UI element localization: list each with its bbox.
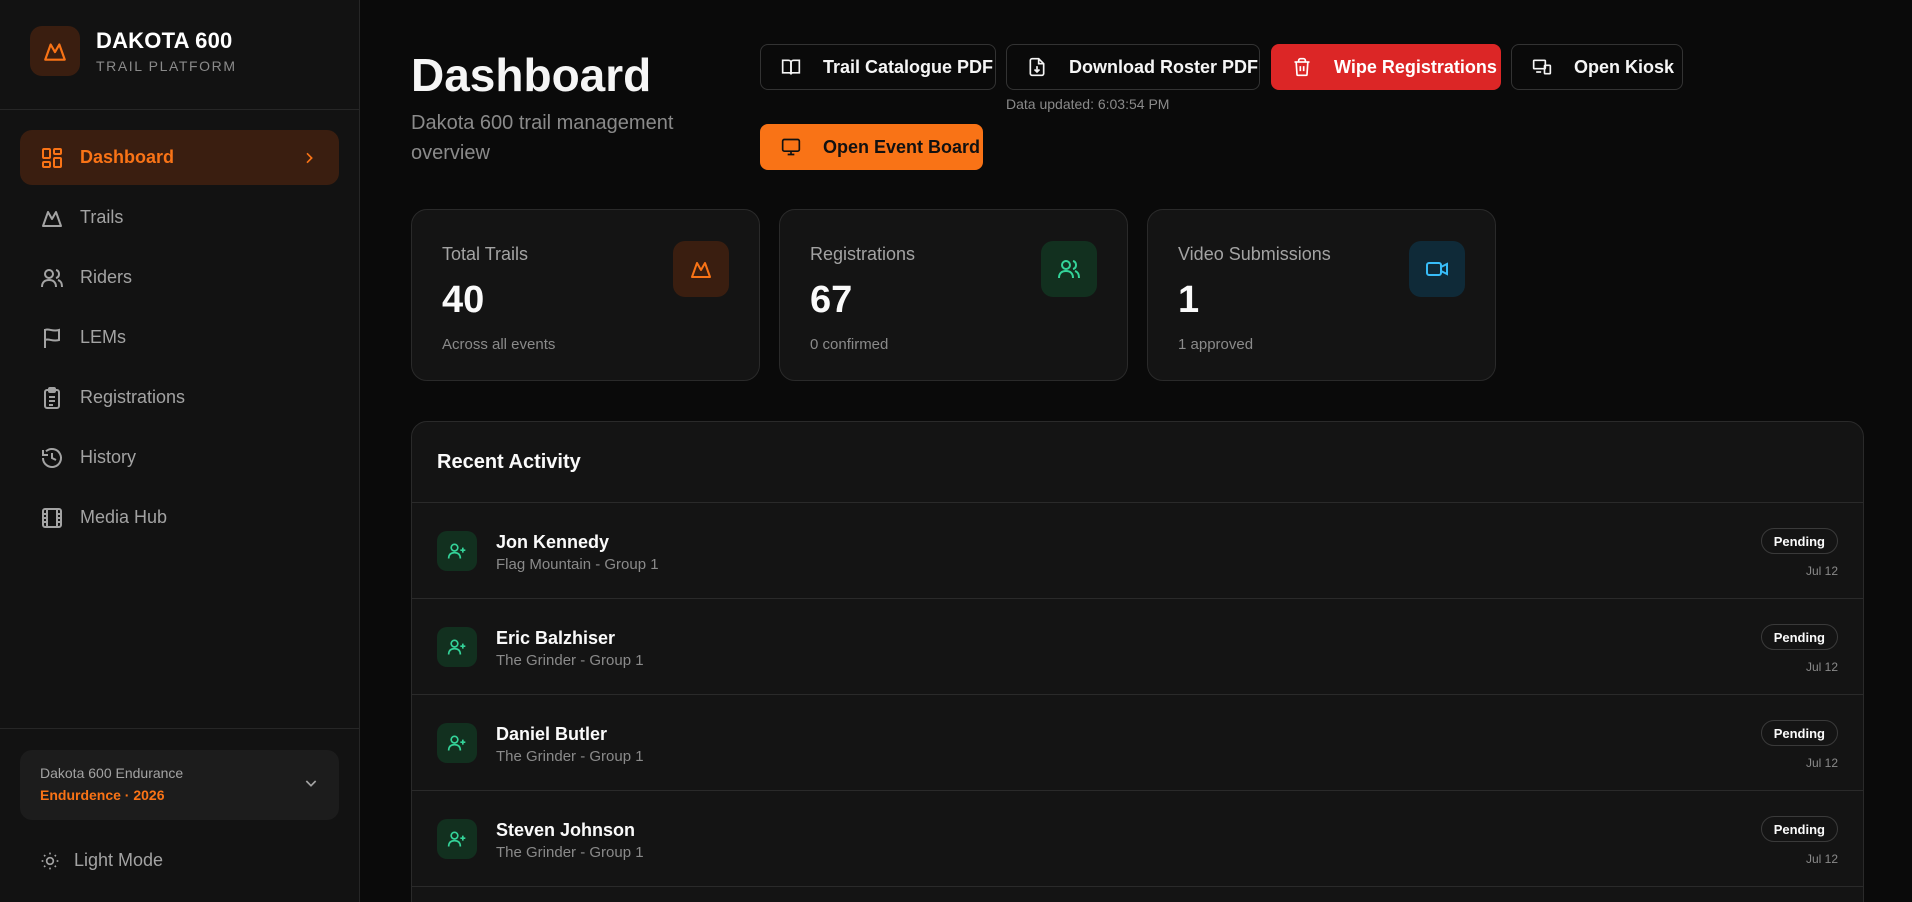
sidebar-item-riders[interactable]: Riders <box>20 250 339 305</box>
rider-trail-group: The Grinder - Group 1 <box>496 748 644 765</box>
event-selector[interactable]: Dakota 600 Endurance Endurdence · 2026 <box>20 750 339 820</box>
recent-activity-title: Recent Activity <box>412 422 1863 503</box>
clipboard-icon <box>40 386 64 410</box>
rider-trail-group: The Grinder - Group 1 <box>496 652 644 669</box>
status-badge: Pending <box>1760 816 1838 842</box>
wipe-registrations-button[interactable]: Wipe Registrations <box>1271 44 1501 90</box>
status-badge: Pending <box>1760 528 1838 554</box>
video-icon <box>1409 241 1465 297</box>
activity-row[interactable]: Jon Kennedy Flag Mountain - Group 1 Pend… <box>412 503 1863 599</box>
user-plus-icon <box>437 723 477 763</box>
page-subtitle: Dakota 600 trail management overview <box>411 112 674 164</box>
event-name: Dakota 600 Endurance <box>40 765 184 781</box>
sidebar-item-label: Dashboard <box>80 147 175 167</box>
sidebar-item-label: Riders <box>80 267 133 287</box>
flag-icon <box>40 326 64 350</box>
activity-row[interactable]: Daniel Butler The Grinder - Group 1 Pend… <box>412 695 1863 791</box>
sidebar-item-label: Media Hub <box>80 507 168 527</box>
users-icon <box>1041 241 1097 297</box>
data-updated-timestamp: Data updated: 6:03:54 PM <box>1006 96 1170 112</box>
divider <box>0 728 359 729</box>
sidebar-item-label: Registrations <box>80 387 186 407</box>
trash-icon <box>1292 57 1312 77</box>
button-label: Download Roster PDF <box>1069 56 1259 77</box>
button-label: Open Kiosk <box>1574 56 1675 77</box>
open-event-board-button[interactable]: Open Event Board <box>760 124 983 170</box>
stat-card-registrations: Registrations 67 0 confirmed <box>779 209 1128 381</box>
divider <box>0 109 359 110</box>
rider-name: Jon Kennedy <box>496 532 610 552</box>
history-icon <box>40 446 64 470</box>
sidebar-item-label: Trails <box>80 207 124 227</box>
mountain-icon <box>673 241 729 297</box>
user-plus-icon <box>437 819 477 859</box>
brand-subtitle: TRAIL PLATFORM <box>96 58 237 74</box>
file-download-icon <box>1027 57 1047 77</box>
stat-card-video-submissions: Video Submissions 1 1 approved <box>1147 209 1496 381</box>
sidebar-item-media-hub[interactable]: Media Hub <box>20 490 339 545</box>
sidebar-item-lems[interactable]: LEMs <box>20 310 339 365</box>
stat-note: 0 confirmed <box>810 336 889 353</box>
sidebar-item-trails[interactable]: Trails <box>20 190 339 245</box>
user-plus-icon <box>437 531 477 571</box>
sun-icon <box>40 851 60 871</box>
status-badge: Pending <box>1760 624 1838 650</box>
activity-row[interactable]: Eric Balzhiser The Grinder - Group 1 Pen… <box>412 599 1863 695</box>
film-icon <box>40 506 64 530</box>
activity-row[interactable]: Steven Johnson The Grinder - Group 1 Pen… <box>412 791 1863 887</box>
light-mode-toggle[interactable]: Light Mode <box>40 850 163 871</box>
monitor-icon <box>781 137 801 157</box>
stat-note: Across all events <box>442 336 556 353</box>
stat-note: 1 approved <box>1178 336 1254 353</box>
button-label: Wipe Registrations <box>1334 56 1497 77</box>
download-roster-pdf-button[interactable]: Download Roster PDF <box>1006 44 1260 90</box>
book-open-icon <box>781 57 801 77</box>
brand-title: DAKOTA 600 <box>96 28 233 53</box>
activity-date: Jul 12 <box>1805 660 1838 674</box>
status-badge: Pending <box>1760 720 1838 746</box>
mountain-icon <box>40 206 64 230</box>
devices-icon <box>1532 57 1552 77</box>
rider-name: Eric Balzhiser <box>496 628 616 648</box>
user-plus-icon <box>437 627 477 667</box>
sidebar-nav: Dashboard Trails Riders LEMs Registratio… <box>20 130 339 550</box>
rider-name: Daniel Butler <box>496 724 608 744</box>
chevron-right-icon <box>301 150 317 166</box>
sidebar-item-registrations[interactable]: Registrations <box>20 370 339 425</box>
brand[interactable]: DAKOTA 600 TRAIL PLATFORM <box>30 26 237 76</box>
sidebar-item-label: LEMs <box>80 327 127 347</box>
recent-activity-panel: Recent Activity Jon Kennedy Flag Mountai… <box>411 421 1864 902</box>
trail-catalogue-pdf-button[interactable]: Trail Catalogue PDF <box>760 44 996 90</box>
sidebar-item-history[interactable]: History <box>20 430 339 485</box>
users-icon <box>40 266 64 290</box>
sidebar-item-label: History <box>80 447 137 467</box>
page-title: Dashboard <box>411 49 652 101</box>
activity-date: Jul 12 <box>1805 564 1838 578</box>
activity-date: Jul 12 <box>1805 756 1838 770</box>
rider-trail-group: The Grinder - Group 1 <box>496 844 644 861</box>
button-label: Trail Catalogue PDF <box>823 56 994 77</box>
rider-name: Steven Johnson <box>496 820 636 840</box>
dashboard-grid-icon <box>40 146 64 170</box>
open-kiosk-button[interactable]: Open Kiosk <box>1511 44 1683 90</box>
activity-date: Jul 12 <box>1805 852 1838 866</box>
light-mode-label: Light Mode <box>74 850 164 870</box>
button-label: Open Event Board <box>823 136 981 157</box>
rider-trail-group: Flag Mountain - Group 1 <box>496 556 659 573</box>
event-detail: Endurdence · 2026 <box>40 787 165 803</box>
stat-card-total-trails: Total Trails 40 Across all events <box>411 209 760 381</box>
sidebar-item-dashboard[interactable]: Dashboard <box>20 130 339 185</box>
chevron-down-icon <box>303 775 319 791</box>
mountain-logo-icon <box>30 26 80 76</box>
sidebar: DAKOTA 600 TRAIL PLATFORM Dashboard Trai… <box>0 0 360 902</box>
